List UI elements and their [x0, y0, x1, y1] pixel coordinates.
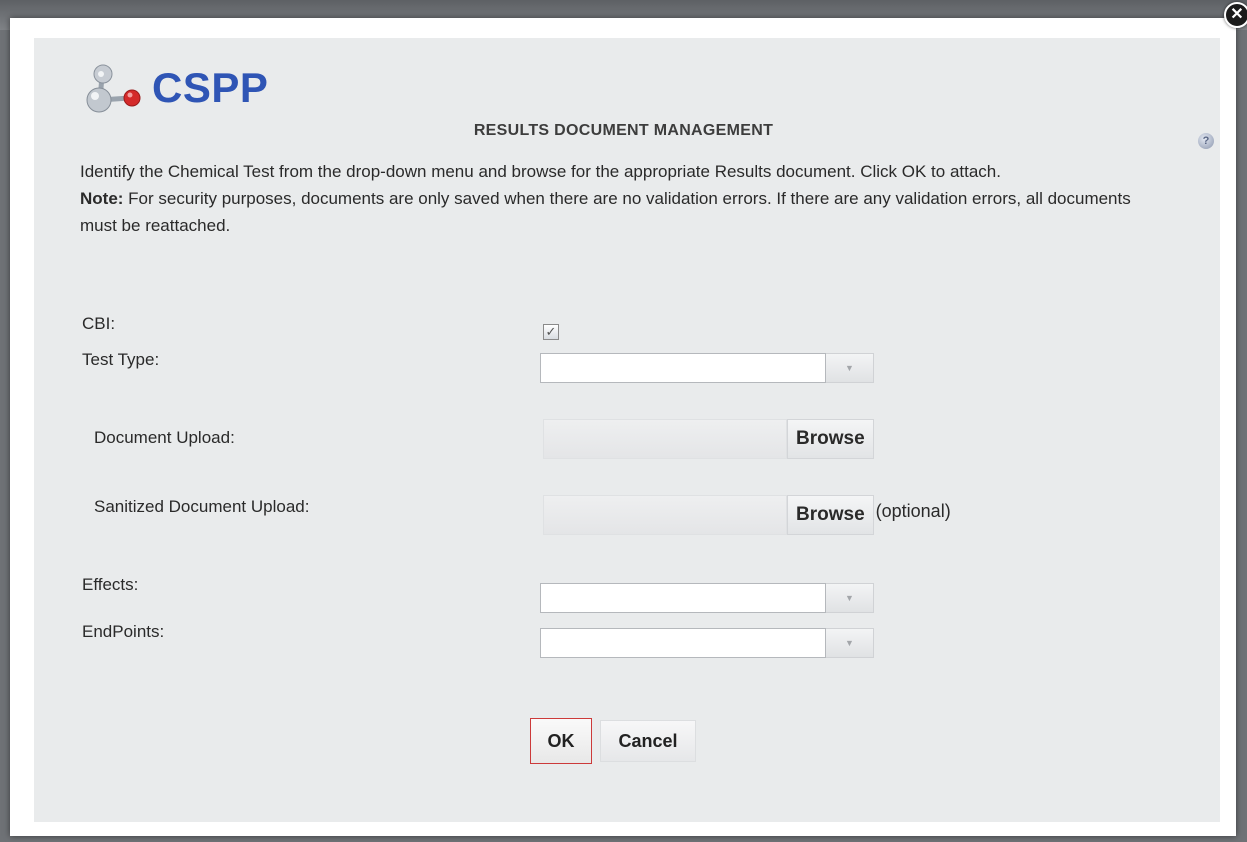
cbi-checkbox[interactable]: ✓	[543, 324, 559, 340]
sanitized-upload-label: Sanitized Document Upload:	[94, 497, 310, 516]
note-paragraph: Note: For security purposes, documents a…	[80, 185, 1160, 239]
effects-label: Effects:	[82, 575, 139, 594]
cancel-button[interactable]: Cancel	[600, 720, 696, 762]
chevron-down-icon: ▼	[826, 583, 874, 613]
instruction-text: Identify the Chemical Test from the drop…	[80, 162, 1001, 181]
cbi-label: CBI:	[82, 314, 116, 333]
optional-label: (optional)	[875, 500, 951, 521]
test-type-select[interactable]: ▼	[540, 353, 874, 383]
sanitized-document-upload: Browse (optional)	[543, 495, 951, 535]
logo-text: CSPP	[152, 64, 269, 111]
sanitized-browse-button[interactable]: Browse	[787, 495, 874, 535]
close-icon[interactable]: ✕	[1224, 2, 1247, 28]
effects-select[interactable]: ▼	[540, 583, 874, 613]
chevron-down-icon: ▼	[826, 353, 874, 383]
ok-button[interactable]: OK	[530, 718, 592, 764]
test-type-label: Test Type:	[82, 350, 160, 369]
help-icon[interactable]: ?	[1198, 133, 1214, 149]
instructions: Identify the Chemical Test from the drop…	[80, 158, 1160, 239]
endpoints-value	[540, 628, 826, 658]
sanitized-upload-field[interactable]	[543, 495, 787, 535]
chevron-down-icon: ▼	[826, 628, 874, 658]
endpoints-label: EndPoints:	[82, 622, 165, 641]
document-browse-button[interactable]: Browse	[787, 419, 874, 459]
note-text: For security purposes, documents are onl…	[80, 189, 1131, 235]
effects-value	[540, 583, 826, 613]
cspp-logo: CSPP	[82, 62, 268, 114]
endpoints-select[interactable]: ▼	[540, 628, 874, 658]
document-upload: Browse	[543, 419, 874, 459]
molecule-icon	[86, 64, 141, 113]
document-upload-field[interactable]	[543, 419, 787, 459]
note-label: Note:	[80, 189, 124, 208]
test-type-value	[540, 353, 826, 383]
document-upload-label: Document Upload:	[94, 428, 235, 447]
dialog-title: RESULTS DOCUMENT MANAGEMENT	[473, 122, 774, 139]
